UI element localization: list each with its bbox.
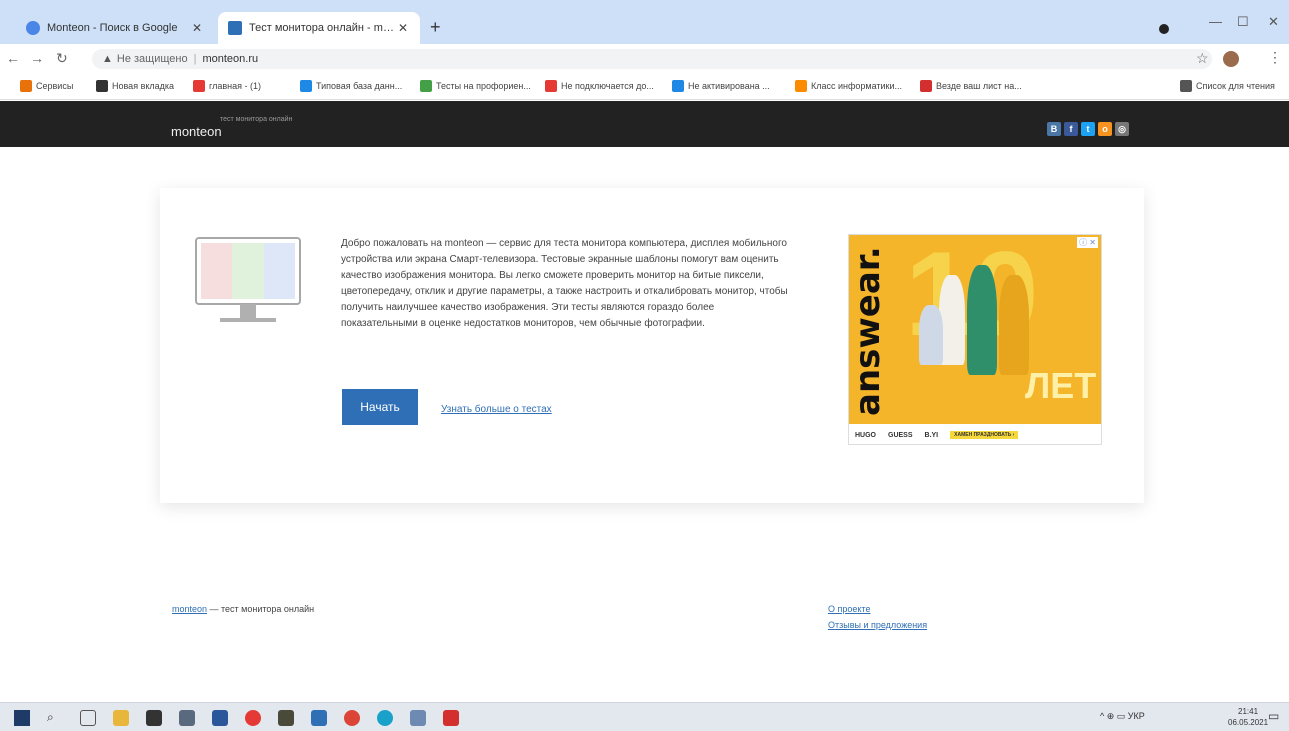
ad-person-figure (919, 305, 943, 365)
bookmark-item[interactable]: Типовая база данн... (300, 80, 402, 92)
bookmark-item[interactable]: Не подключается до... (545, 80, 654, 92)
monteon-favicon-icon (228, 21, 242, 35)
browser-tab-google[interactable]: Monteon - Поиск в Google ✕ (16, 12, 214, 44)
divider: | (193, 53, 197, 65)
feedback-link[interactable]: Отзывы и предложения (828, 620, 927, 630)
bookmark-favicon-icon (420, 80, 432, 92)
url-text: monteon.ru (202, 53, 259, 65)
tab-title: Monteon - Поиск в Google (47, 22, 178, 34)
back-arrow-icon[interactable]: ← (6, 50, 20, 66)
chrome-icon[interactable] (344, 710, 360, 726)
system-tray[interactable]: ^ ⊕ ▭ УКР (1100, 711, 1145, 722)
close-tab-icon[interactable]: ✕ (190, 21, 204, 35)
bookmark-favicon-icon (672, 80, 684, 92)
windows-start-icon[interactable] (14, 710, 30, 726)
bookmark-item[interactable]: Везде ваш лист на... (920, 80, 1022, 92)
reading-list-icon (1180, 80, 1192, 92)
bookmark-favicon-icon (96, 80, 108, 92)
bookmark-star-icon[interactable]: ☆ (1196, 50, 1209, 67)
google-favicon-icon (26, 21, 40, 35)
apps-grid-icon (20, 80, 32, 92)
bookmark-favicon-icon (795, 80, 807, 92)
clock-date: 06.05.2021 (1228, 718, 1269, 727)
extension-icon[interactable] (1223, 51, 1239, 67)
close-tab-icon[interactable]: ✕ (396, 21, 410, 35)
ad-person-figure (967, 265, 997, 375)
odnoklassniki-icon[interactable]: о (1098, 122, 1112, 136)
minimize-icon[interactable]: — (1209, 14, 1222, 29)
share-icon[interactable]: ◎ (1115, 122, 1129, 136)
site-header: monteon тест монитора онлайн В f t о ◎ (0, 101, 1289, 147)
twitter-icon[interactable]: t (1081, 122, 1095, 136)
bookmark-favicon-icon (193, 80, 205, 92)
vk-icon[interactable]: В (1047, 122, 1061, 136)
windows-taskbar: ⌕ ^ ⊕ ▭ УКР 21:41 06.05.2021 ▭ (0, 702, 1289, 731)
ad-person-figure (999, 275, 1029, 375)
bookmark-item[interactable]: Класс информатики... (795, 80, 902, 92)
ad-cta-button[interactable]: ХАМЕН ПРАЗДНОВАТЬ › (950, 431, 1019, 439)
site-logo[interactable]: monteon (171, 124, 222, 139)
app-icon[interactable] (245, 710, 261, 726)
browser-menu-icon[interactable]: ⋮ (1268, 49, 1282, 66)
footer-brand-text: — тест монитора онлайн (207, 604, 315, 614)
app-icon[interactable] (278, 710, 294, 726)
bookmark-favicon-icon (545, 80, 557, 92)
intro-text: Добро пожаловать на monteon — сервис для… (341, 238, 788, 329)
warning-icon[interactable]: ▲ (102, 53, 113, 65)
facebook-icon[interactable]: f (1064, 122, 1078, 136)
browser-tab-monteon[interactable]: Тест монитора онлайн - monte ✕ (218, 12, 420, 44)
bookmark-favicon-icon (920, 80, 932, 92)
clock[interactable]: 21:41 06.05.2021 (1228, 706, 1268, 728)
advertisement-banner[interactable]: 10 ЛЕТ answear. HUGO GUESS B.YI ХАМЕН ПР… (848, 234, 1102, 445)
bookmarks-bar: Сервисы Новая вкладка главная - (1) Типо… (0, 74, 1289, 100)
site-tagline: тест монитора онлайн (220, 116, 293, 123)
edge-icon[interactable] (377, 710, 393, 726)
bookmark-favicon-icon (300, 80, 312, 92)
new-tab-button[interactable]: + (430, 18, 441, 36)
tab-title: Тест монитора онлайн - monte (249, 22, 396, 34)
task-view-icon[interactable] (80, 710, 96, 726)
reading-list[interactable]: Список для чтения (1180, 80, 1275, 92)
bookmark-services[interactable]: Сервисы (20, 80, 73, 92)
url-input[interactable]: ▲ Не защищено | monteon.ru (92, 49, 1212, 69)
start-button[interactable]: Начать (342, 389, 418, 425)
about-project-link[interactable]: О проекте (828, 604, 870, 614)
footer-brand-link[interactable]: monteon (172, 604, 207, 614)
maximize-icon[interactable]: ☐ (1237, 14, 1249, 30)
bookmark-item[interactable]: главная - (1) (193, 80, 261, 92)
calculator-icon[interactable] (179, 710, 195, 726)
app-icon[interactable] (311, 710, 327, 726)
ad-close-icon[interactable]: ⓘ ✕ (1077, 237, 1098, 248)
word-icon[interactable] (212, 710, 228, 726)
bookmark-item[interactable]: Не активирована ... (672, 80, 770, 92)
bookmark-item[interactable]: Новая вкладка (96, 80, 174, 92)
file-explorer-icon[interactable] (113, 710, 129, 726)
ad-years: ЛЕТ (1025, 365, 1097, 406)
clock-time: 21:41 (1238, 707, 1259, 716)
forward-arrow-icon[interactable]: → (30, 50, 44, 66)
search-icon[interactable]: ⌕ (47, 710, 63, 726)
close-window-icon[interactable]: ✕ (1268, 14, 1279, 30)
learn-more-link[interactable]: Узнать больше о тестах (441, 404, 552, 415)
address-bar: ← → ↻ ▲ Не защищено | monteon.ru ☆ ⋮ (0, 44, 1289, 74)
pdf-reader-icon[interactable] (443, 710, 459, 726)
store-icon[interactable] (146, 710, 162, 726)
app-icon[interactable] (410, 710, 426, 726)
reload-icon[interactable]: ↻ (56, 50, 68, 67)
notifications-icon[interactable]: ▭ (1268, 709, 1279, 723)
browser-tab-bar: Monteon - Поиск в Google ✕ Тест монитора… (0, 0, 1289, 44)
footer-brand: monteon — тест монитора онлайн (172, 604, 314, 614)
security-label: Не защищено (116, 53, 188, 65)
ad-brand-strip: HUGO GUESS B.YI ХАМЕН ПРАЗДНОВАТЬ › (849, 424, 1101, 444)
profile-icon[interactable] (1159, 24, 1169, 34)
bookmark-item[interactable]: Тесты на профориен... (420, 80, 531, 92)
monitor-icon (195, 237, 301, 322)
ad-brand: answear. (849, 241, 888, 421)
